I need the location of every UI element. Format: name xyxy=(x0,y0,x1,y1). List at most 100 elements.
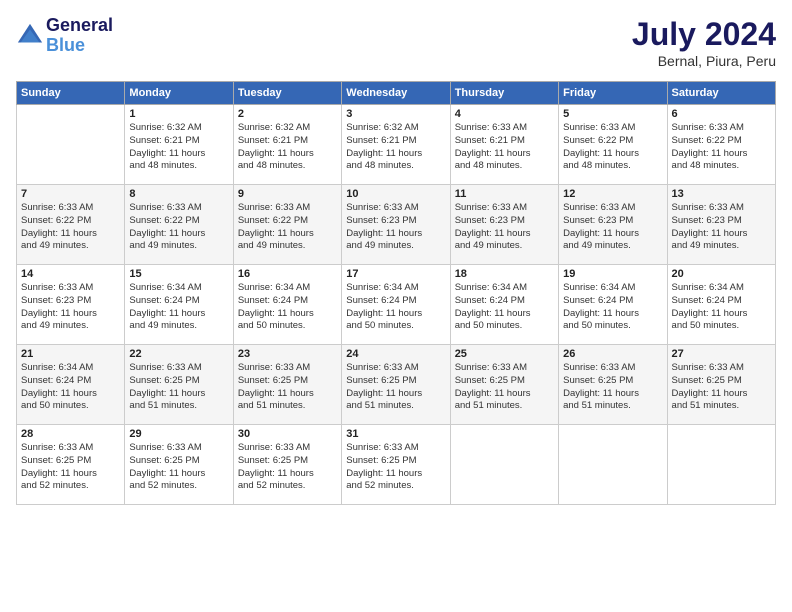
day-info: Sunrise: 6:33 AM Sunset: 6:25 PM Dayligh… xyxy=(672,362,771,413)
logo-line1: General xyxy=(46,16,113,36)
calendar-week-row: 1 Sunrise: 6:32 AM Sunset: 6:21 PM Daylig… xyxy=(17,105,776,185)
title-block: July 2024 Bernal, Piura, Peru xyxy=(632,16,776,69)
day-number: 29 xyxy=(129,428,228,440)
calendar-cell: 28 Sunrise: 6:33 AM Sunset: 6:25 PM Dayli… xyxy=(17,425,125,505)
day-number: 23 xyxy=(238,348,337,360)
day-number: 28 xyxy=(21,428,120,440)
calendar-cell: 26Sunrise: 6:33 AM Sunset: 6:25 PM Dayli… xyxy=(559,345,667,425)
calendar-cell: 19 Sunrise: 6:34 AM Sunset: 6:24 PM Dayli… xyxy=(559,265,667,345)
calendar-week-row: 14 Sunrise: 6:33 AM Sunset: 6:23 PM Dayli… xyxy=(17,265,776,345)
weekday-header: Saturday xyxy=(667,82,775,105)
day-info: Sunrise: 6:33 AM Sunset: 6:22 PM Dayligh… xyxy=(129,202,228,253)
day-number: 18 xyxy=(455,268,554,280)
day-info: Sunrise: 6:34 AM Sunset: 6:24 PM Dayligh… xyxy=(238,282,337,333)
day-number: 3 xyxy=(346,108,445,120)
day-info: Sunrise: 6:33 AM Sunset: 6:25 PM Dayligh… xyxy=(238,442,337,493)
calendar-week-row: 21 Sunrise: 6:34 AM Sunset: 6:24 PM Dayli… xyxy=(17,345,776,425)
day-number: 14 xyxy=(21,268,120,280)
calendar-cell: 12Sunrise: 6:33 AM Sunset: 6:23 PM Dayli… xyxy=(559,185,667,265)
calendar-cell: 14 Sunrise: 6:33 AM Sunset: 6:23 PM Dayli… xyxy=(17,265,125,345)
calendar-cell: 24 Sunrise: 6:33 AM Sunset: 6:25 PM Dayli… xyxy=(342,345,450,425)
calendar-cell: 11 Sunrise: 6:33 AM Sunset: 6:23 PM Dayli… xyxy=(450,185,558,265)
calendar-cell: 27Sunrise: 6:33 AM Sunset: 6:25 PM Dayli… xyxy=(667,345,775,425)
header: General Blue July 2024 Bernal, Piura, Pe… xyxy=(16,16,776,69)
calendar-cell: 31 Sunrise: 6:33 AM Sunset: 6:25 PM Dayli… xyxy=(342,425,450,505)
day-number: 15 xyxy=(129,268,228,280)
calendar-cell: 16Sunrise: 6:34 AM Sunset: 6:24 PM Dayli… xyxy=(233,265,341,345)
day-number: 21 xyxy=(21,348,120,360)
calendar-cell xyxy=(17,105,125,185)
calendar-cell: 4Sunrise: 6:33 AM Sunset: 6:21 PM Daylig… xyxy=(450,105,558,185)
day-info: Sunrise: 6:33 AM Sunset: 6:23 PM Dayligh… xyxy=(455,202,554,253)
day-number: 4 xyxy=(455,108,554,120)
weekday-header: Friday xyxy=(559,82,667,105)
day-number: 17 xyxy=(346,268,445,280)
month-title: July 2024 xyxy=(632,16,776,53)
calendar-week-row: 28 Sunrise: 6:33 AM Sunset: 6:25 PM Dayli… xyxy=(17,425,776,505)
day-info: Sunrise: 6:33 AM Sunset: 6:23 PM Dayligh… xyxy=(563,202,662,253)
day-info: Sunrise: 6:34 AM Sunset: 6:24 PM Dayligh… xyxy=(563,282,662,333)
day-info: Sunrise: 6:34 AM Sunset: 6:24 PM Dayligh… xyxy=(21,362,120,413)
day-number: 13 xyxy=(672,188,771,200)
calendar-cell: 13 Sunrise: 6:33 AM Sunset: 6:23 PM Dayli… xyxy=(667,185,775,265)
day-info: Sunrise: 6:33 AM Sunset: 6:25 PM Dayligh… xyxy=(129,362,228,413)
day-info: Sunrise: 6:33 AM Sunset: 6:25 PM Dayligh… xyxy=(238,362,337,413)
day-info: Sunrise: 6:33 AM Sunset: 6:25 PM Dayligh… xyxy=(129,442,228,493)
calendar-cell: 25 Sunrise: 6:33 AM Sunset: 6:25 PM Dayli… xyxy=(450,345,558,425)
day-info: Sunrise: 6:33 AM Sunset: 6:23 PM Dayligh… xyxy=(346,202,445,253)
day-info: Sunrise: 6:33 AM Sunset: 6:25 PM Dayligh… xyxy=(346,442,445,493)
calendar-cell: 3 Sunrise: 6:32 AM Sunset: 6:21 PM Daylig… xyxy=(342,105,450,185)
day-number: 11 xyxy=(455,188,554,200)
day-info: Sunrise: 6:33 AM Sunset: 6:25 PM Dayligh… xyxy=(21,442,120,493)
calendar-table: SundayMondayTuesdayWednesdayThursdayFrid… xyxy=(16,81,776,505)
logo-text: General Blue xyxy=(46,16,113,56)
calendar-cell: 29 Sunrise: 6:33 AM Sunset: 6:25 PM Dayli… xyxy=(125,425,233,505)
day-number: 6 xyxy=(672,108,771,120)
day-info: Sunrise: 6:32 AM Sunset: 6:21 PM Dayligh… xyxy=(346,122,445,173)
day-number: 24 xyxy=(346,348,445,360)
day-number: 22 xyxy=(129,348,228,360)
day-number: 30 xyxy=(238,428,337,440)
day-number: 31 xyxy=(346,428,445,440)
day-number: 26 xyxy=(563,348,662,360)
day-number: 1 xyxy=(129,108,228,120)
calendar-cell: 17 Sunrise: 6:34 AM Sunset: 6:24 PM Dayli… xyxy=(342,265,450,345)
calendar-cell: 15 Sunrise: 6:34 AM Sunset: 6:24 PM Dayli… xyxy=(125,265,233,345)
logo-icon xyxy=(16,22,44,50)
day-number: 8 xyxy=(129,188,228,200)
calendar-cell: 9 Sunrise: 6:33 AM Sunset: 6:22 PM Daylig… xyxy=(233,185,341,265)
calendar-cell: 8 Sunrise: 6:33 AM Sunset: 6:22 PM Daylig… xyxy=(125,185,233,265)
day-info: Sunrise: 6:34 AM Sunset: 6:24 PM Dayligh… xyxy=(346,282,445,333)
day-info: Sunrise: 6:33 AM Sunset: 6:22 PM Dayligh… xyxy=(672,122,771,173)
calendar-cell: 20Sunrise: 6:34 AM Sunset: 6:24 PM Dayli… xyxy=(667,265,775,345)
day-info: Sunrise: 6:32 AM Sunset: 6:21 PM Dayligh… xyxy=(129,122,228,173)
day-info: Sunrise: 6:33 AM Sunset: 6:23 PM Dayligh… xyxy=(672,202,771,253)
weekday-header: Tuesday xyxy=(233,82,341,105)
calendar-week-row: 7Sunrise: 6:33 AM Sunset: 6:22 PM Daylig… xyxy=(17,185,776,265)
day-info: Sunrise: 6:33 AM Sunset: 6:22 PM Dayligh… xyxy=(21,202,120,253)
day-number: 19 xyxy=(563,268,662,280)
calendar-cell: 10Sunrise: 6:33 AM Sunset: 6:23 PM Dayli… xyxy=(342,185,450,265)
weekday-header: Wednesday xyxy=(342,82,450,105)
page: General Blue July 2024 Bernal, Piura, Pe… xyxy=(0,0,792,612)
day-info: Sunrise: 6:33 AM Sunset: 6:25 PM Dayligh… xyxy=(455,362,554,413)
day-number: 9 xyxy=(238,188,337,200)
day-info: Sunrise: 6:33 AM Sunset: 6:25 PM Dayligh… xyxy=(346,362,445,413)
location: Bernal, Piura, Peru xyxy=(632,53,776,69)
weekday-header: Monday xyxy=(125,82,233,105)
day-number: 5 xyxy=(563,108,662,120)
calendar-cell: 1 Sunrise: 6:32 AM Sunset: 6:21 PM Daylig… xyxy=(125,105,233,185)
calendar-cell: 7Sunrise: 6:33 AM Sunset: 6:22 PM Daylig… xyxy=(17,185,125,265)
day-info: Sunrise: 6:34 AM Sunset: 6:24 PM Dayligh… xyxy=(672,282,771,333)
calendar-cell: 6 Sunrise: 6:33 AM Sunset: 6:22 PM Daylig… xyxy=(667,105,775,185)
day-number: 25 xyxy=(455,348,554,360)
day-number: 2 xyxy=(238,108,337,120)
logo: General Blue xyxy=(16,16,113,56)
day-info: Sunrise: 6:33 AM Sunset: 6:23 PM Dayligh… xyxy=(21,282,120,333)
day-info: Sunrise: 6:33 AM Sunset: 6:22 PM Dayligh… xyxy=(238,202,337,253)
day-info: Sunrise: 6:34 AM Sunset: 6:24 PM Dayligh… xyxy=(129,282,228,333)
calendar-cell: 21 Sunrise: 6:34 AM Sunset: 6:24 PM Dayli… xyxy=(17,345,125,425)
weekday-header: Thursday xyxy=(450,82,558,105)
calendar-header-row: SundayMondayTuesdayWednesdayThursdayFrid… xyxy=(17,82,776,105)
calendar-cell: 5Sunrise: 6:33 AM Sunset: 6:22 PM Daylig… xyxy=(559,105,667,185)
